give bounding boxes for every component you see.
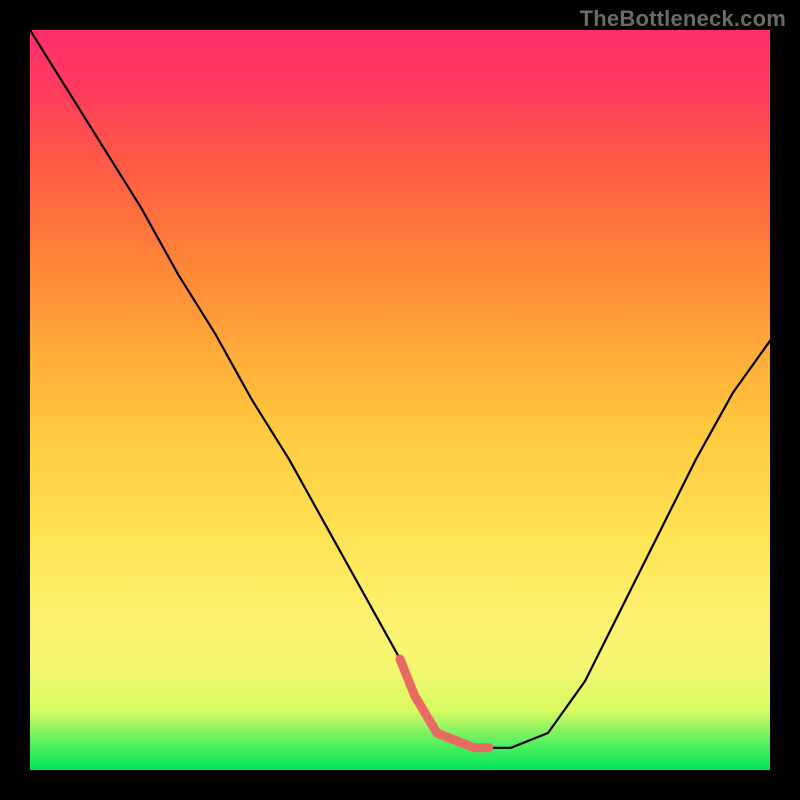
chart-svg [30, 30, 770, 770]
watermark-text: TheBottleneck.com [580, 6, 786, 32]
bottleneck-curve-line [30, 30, 770, 748]
optimal-zone-marker [400, 659, 489, 748]
chart-plot-area [30, 30, 770, 770]
